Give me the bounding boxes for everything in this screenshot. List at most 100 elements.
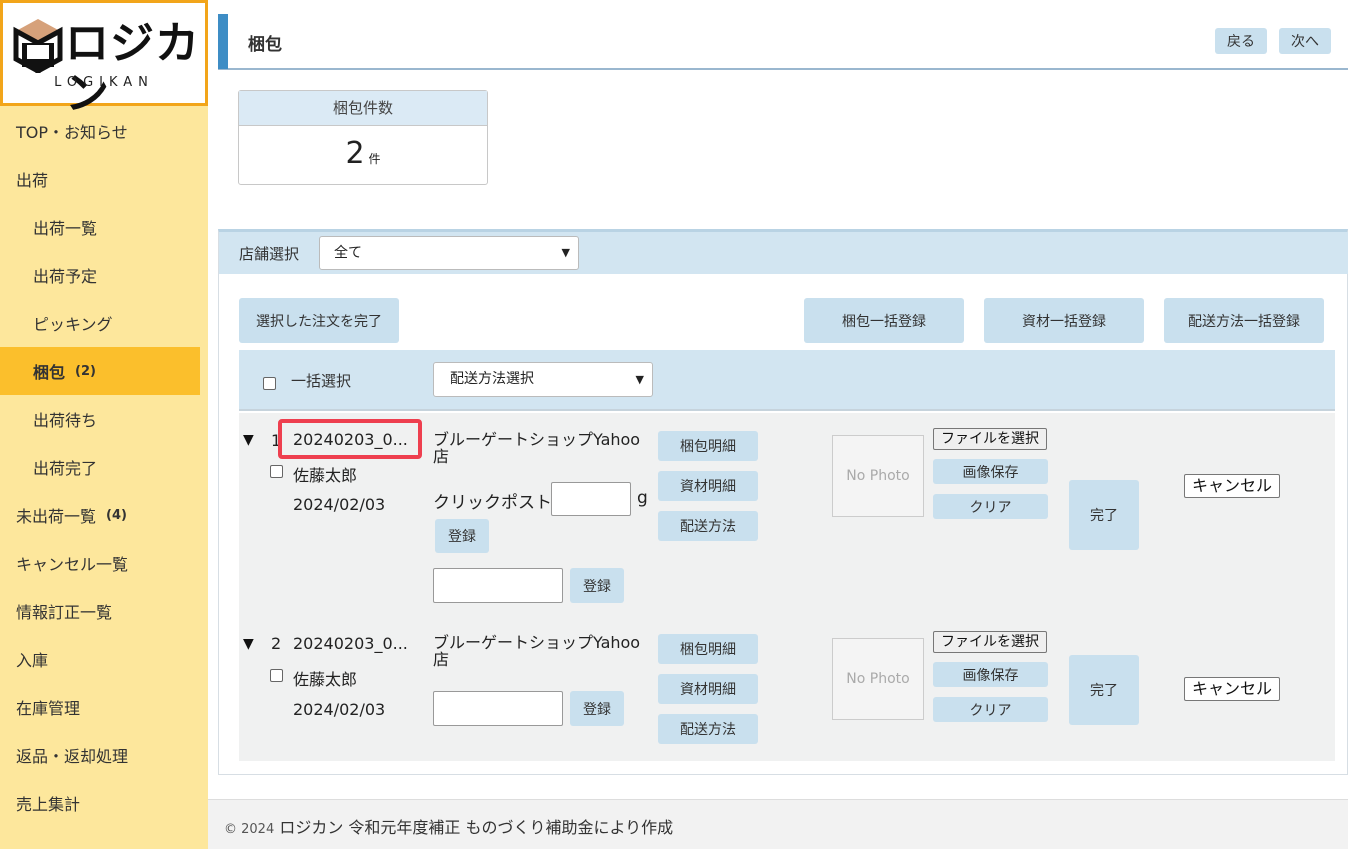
sidebar-nav: TOP・お知らせ 出荷 出荷一覧 出荷予定 ピッキング 梱包 (2) 出荷待ち 出…	[0, 107, 208, 827]
save-image-button[interactable]: 画像保存	[933, 662, 1048, 687]
sidebar-item-receiving[interactable]: 入庫	[0, 635, 208, 683]
sidebar-item-label: 出荷待ち	[33, 411, 98, 430]
order-checkbox[interactable]	[270, 669, 283, 682]
shop-name-line: ブルーゲートショップYahoo	[433, 633, 641, 652]
pack-count-label: 梱包件数	[239, 91, 487, 126]
bulk-pack-register-button[interactable]: 梱包一括登録	[804, 298, 964, 343]
shop-name-line: 店	[433, 447, 450, 466]
order-id-highlight	[278, 419, 422, 459]
order-id[interactable]: 20240203_0...	[293, 634, 408, 653]
sidebar-item-label: 出荷予定	[33, 267, 98, 286]
tracking-register-button[interactable]: 登録	[570, 568, 624, 603]
sidebar-item-label: ピッキング	[33, 315, 113, 334]
shipping-method-button[interactable]: 配送方法	[658, 714, 758, 744]
order-date: 2024/02/03	[293, 495, 386, 514]
sidebar-item-label: 梱包	[33, 363, 66, 382]
complete-order-button[interactable]: 完了	[1069, 480, 1139, 550]
sidebar-item-picking[interactable]: ピッキング	[0, 299, 208, 347]
sidebar-item-label: 売上集計	[16, 795, 81, 814]
cancel-order-button[interactable]: キャンセル	[1184, 474, 1281, 498]
save-image-button[interactable]: 画像保存	[933, 459, 1048, 484]
tracking-register-button[interactable]: 登録	[570, 691, 624, 726]
logo[interactable]: ロジカン LOGIKAN	[0, 0, 208, 119]
shipping-select-value: 配送方法選択	[450, 371, 534, 387]
sidebar-item-corrections[interactable]: 情報訂正一覧	[0, 587, 208, 635]
pack-count-unit: 件	[368, 152, 381, 166]
sidebar-item-packing[interactable]: 梱包 (2)	[0, 347, 200, 395]
back-button[interactable]: 戻る	[1215, 28, 1267, 54]
footer: © 2024 ロジカン 令和元年度補正 ものづくり補助金により作成	[208, 799, 1348, 849]
select-all-label: 一括選択	[291, 372, 352, 390]
box-logo-icon	[13, 19, 63, 73]
shipping-method-button[interactable]: 配送方法	[658, 511, 758, 541]
sidebar-item-inventory[interactable]: 在庫管理	[0, 683, 208, 731]
sidebar-item-unshipped[interactable]: 未出荷一覧 (4)	[0, 491, 208, 539]
complete-selected-button[interactable]: 選択した注文を完了	[239, 298, 399, 343]
sidebar-item-top[interactable]: TOP・お知らせ	[0, 107, 208, 155]
order-index: 2	[271, 634, 282, 653]
clear-image-button[interactable]: クリア	[933, 494, 1048, 519]
complete-order-button[interactable]: 完了	[1069, 655, 1139, 725]
sidebar-item-shipping[interactable]: 出荷	[0, 155, 208, 203]
sidebar-item-label: 出荷完了	[33, 459, 98, 478]
pack-detail-button[interactable]: 梱包明細	[658, 634, 758, 664]
select-all-checkbox[interactable]	[263, 377, 276, 390]
material-detail-button[interactable]: 資材明細	[658, 674, 758, 704]
order-list: ▼ 1 20240203_0... 佐藤太郎 2024/02/03 ブルーゲート…	[239, 413, 1335, 761]
main-content: 梱包 戻る 次へ 梱包件数 2件 店舗選択 全て ▼ 選択した注文を完了 梱包一…	[208, 0, 1348, 849]
sidebar-item-returns[interactable]: 返品・返却処理	[0, 731, 208, 779]
sidebar-item-label: 出荷	[16, 171, 49, 190]
count-badge: (2)	[75, 363, 96, 379]
count-badge: (4)	[106, 507, 127, 523]
sidebar-item-shipping-list[interactable]: 出荷一覧	[0, 203, 208, 251]
customer-name: 佐藤太郎	[293, 466, 358, 485]
shop-name-line: 店	[433, 650, 450, 669]
page-title: 梱包	[248, 35, 282, 55]
collapse-triangle-icon[interactable]: ▼	[243, 636, 254, 652]
bulk-select-bar: 一括選択 配送方法選択 ▼	[239, 350, 1335, 411]
file-select-button[interactable]: ファイルを選択	[933, 428, 1047, 450]
shop-name-line: ブルーゲートショップYahoo	[433, 430, 641, 449]
shipping-method-select[interactable]: 配送方法選択 ▼	[433, 362, 653, 397]
sidebar-item-shipped[interactable]: 出荷完了	[0, 443, 208, 491]
sidebar-item-awaiting-shipment[interactable]: 出荷待ち	[0, 395, 208, 443]
sidebar-item-label: 情報訂正一覧	[16, 603, 113, 622]
weight-unit: g	[637, 488, 648, 508]
shipping-method-label: クリックポスト	[433, 493, 552, 513]
order-checkbox[interactable]	[270, 465, 283, 478]
store-select[interactable]: 全て ▼	[319, 236, 579, 270]
order-row: ▼ 1 20240203_0... 佐藤太郎 2024/02/03 ブルーゲート…	[239, 413, 1335, 619]
weight-input[interactable]	[551, 482, 631, 516]
tracking-input[interactable]	[433, 691, 563, 726]
order-row: ▼ 2 20240203_0... 佐藤太郎 2024/02/03 ブルーゲート…	[239, 619, 1335, 761]
tracking-input[interactable]	[433, 568, 563, 603]
sidebar-item-label: 出荷一覧	[33, 219, 98, 238]
store-filter-bar: 店舗選択 全て ▼	[219, 232, 1348, 274]
order-date: 2024/02/03	[293, 700, 386, 719]
pack-count-card: 梱包件数 2件	[238, 90, 488, 185]
sidebar-item-sales[interactable]: 売上集計	[0, 779, 208, 827]
order-panel: 店舗選択 全て ▼ 選択した注文を完了 梱包一括登録 資材一括登録 配送方法一括…	[218, 229, 1348, 775]
cancel-order-button[interactable]: キャンセル	[1184, 677, 1281, 701]
sidebar-item-label: TOP・お知らせ	[16, 123, 128, 142]
logo-text: ロジカン	[65, 18, 200, 119]
bulk-material-register-button[interactable]: 資材一括登録	[984, 298, 1144, 343]
clear-image-button[interactable]: クリア	[933, 697, 1048, 722]
pack-count-value: 2	[345, 136, 365, 171]
sidebar-item-label: 返品・返却処理	[16, 747, 129, 766]
next-button[interactable]: 次へ	[1279, 28, 1331, 54]
header-accent-bar	[218, 14, 228, 69]
material-detail-button[interactable]: 資材明細	[658, 471, 758, 501]
shop-name: ブルーゲートショップYahoo 店	[433, 634, 653, 668]
bulk-shipping-register-button[interactable]: 配送方法一括登録	[1164, 298, 1324, 343]
pack-detail-button[interactable]: 梱包明細	[658, 431, 758, 461]
footer-text: © 2024 ロジカン 令和元年度補正 ものづくり補助金により作成	[224, 814, 673, 838]
customer-name: 佐藤太郎	[293, 670, 358, 689]
sidebar-item-label: 在庫管理	[16, 699, 81, 718]
sidebar-item-cancel-list[interactable]: キャンセル一覧	[0, 539, 208, 587]
sidebar-item-shipping-schedule[interactable]: 出荷予定	[0, 251, 208, 299]
weight-register-button[interactable]: 登録	[435, 519, 489, 553]
store-select-label: 店舗選択	[239, 245, 300, 263]
file-select-button[interactable]: ファイルを選択	[933, 631, 1047, 653]
collapse-triangle-icon[interactable]: ▼	[243, 432, 254, 448]
